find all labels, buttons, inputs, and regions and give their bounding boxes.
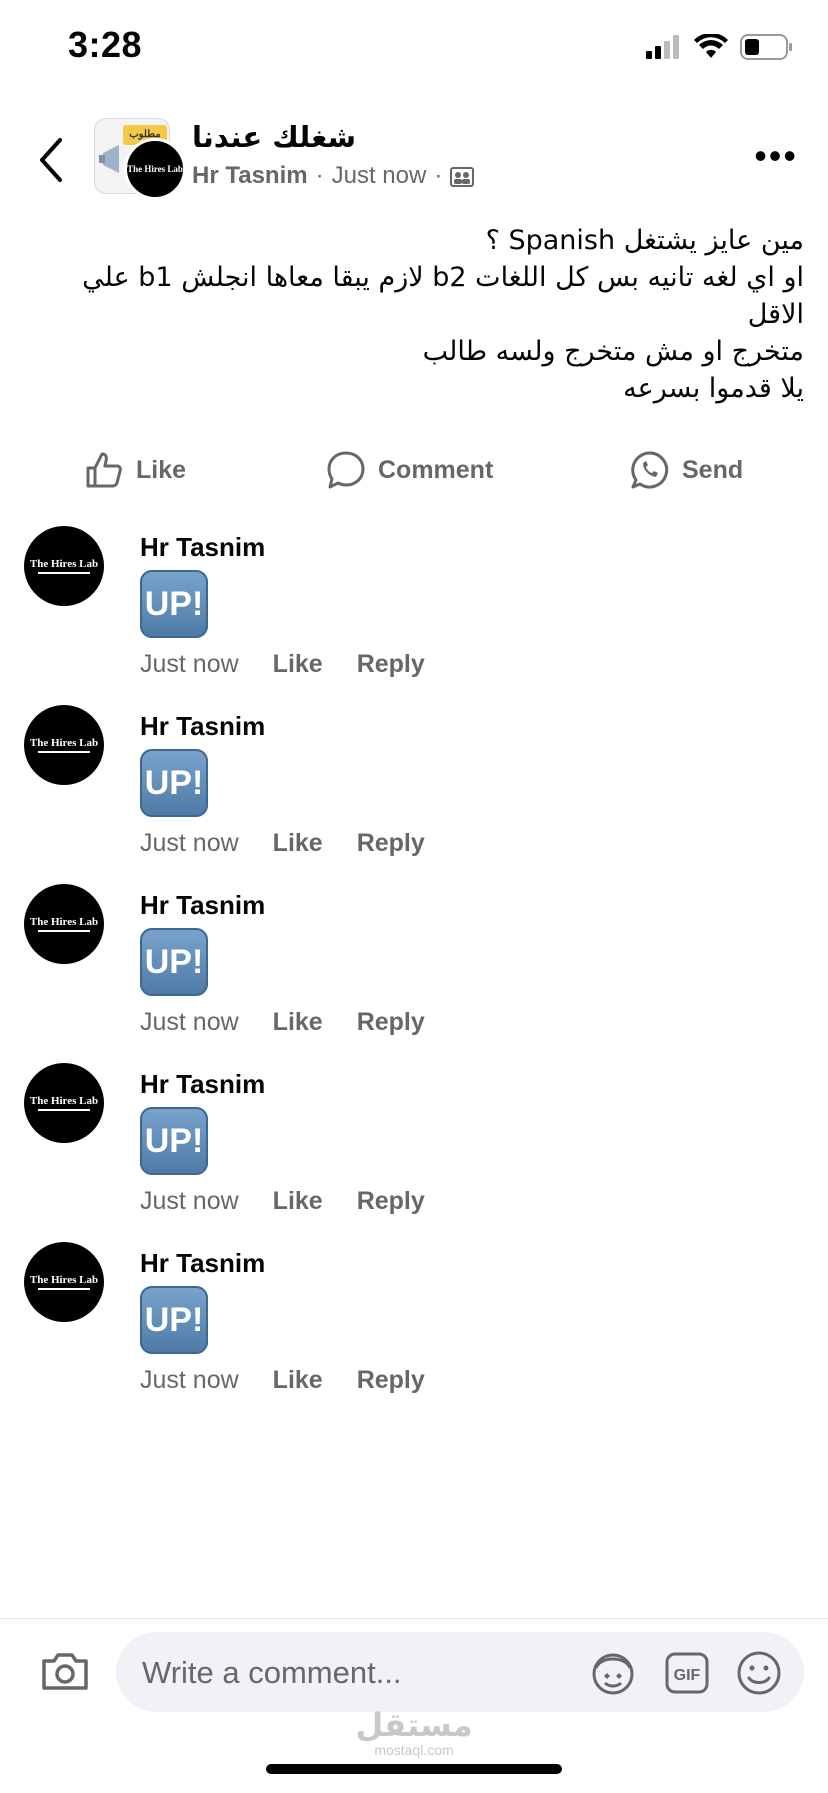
commenter-name[interactable]: Hr Tasnim — [140, 711, 265, 742]
comment-footer: Just now Like Reply — [140, 1366, 425, 1395]
avatar-sticker-icon[interactable] — [590, 1650, 636, 1696]
comment-like-button[interactable]: Like — [273, 1008, 323, 1037]
comment-reply-button[interactable]: Reply — [357, 829, 425, 858]
comment-reply-button[interactable]: Reply — [357, 650, 425, 679]
comment-reply-button[interactable]: Reply — [357, 1187, 425, 1216]
commenter-name[interactable]: Hr Tasnim — [140, 1248, 265, 1279]
send-button[interactable]: Send — [630, 450, 743, 490]
battery-icon — [740, 34, 792, 60]
post-line: متخرج او مش متخرج ولسه طالب — [422, 336, 804, 367]
comment-time: Just now — [140, 829, 239, 857]
commenter-avatar[interactable]: The Hires Lab — [24, 526, 104, 606]
page-avatar[interactable]: The Hires Lab — [124, 138, 186, 200]
comment-footer: Just now Like Reply — [140, 1008, 425, 1037]
comment-like-button[interactable]: Like — [273, 1187, 323, 1216]
watermark-latin: mostaql.com — [374, 1742, 454, 1758]
post-author[interactable]: Hr Tasnim — [192, 162, 308, 190]
comment-item: The Hires Lab Hr Tasnim UP! Just now Lik… — [0, 884, 828, 1054]
send-label: Send — [682, 455, 744, 484]
watermark: مستقل mostaql.com — [0, 1706, 828, 1758]
comment-bubble-icon — [327, 451, 365, 489]
status-time: 3:28 — [68, 24, 143, 65]
post-time[interactable]: Just now — [332, 162, 427, 190]
meta-separator: · — [434, 162, 443, 189]
commenter-avatar[interactable]: The Hires Lab — [24, 1242, 104, 1322]
comment-box: GIF — [116, 1632, 804, 1714]
commenter-name[interactable]: Hr Tasnim — [140, 532, 265, 563]
like-label: Like — [136, 455, 187, 484]
commenter-name[interactable]: Hr Tasnim — [140, 890, 265, 921]
comment-item: The Hires Lab Hr Tasnim UP! Just now Lik… — [0, 1242, 828, 1412]
up-sticker: UP! — [140, 749, 208, 817]
comment-button[interactable]: Comment — [326, 450, 493, 490]
up-sticker: UP! — [140, 570, 208, 638]
watermark-arabic: مستقل — [355, 1706, 473, 1744]
post-line: مين عايز يشتغل Spanish ؟ — [485, 225, 804, 256]
up-sticker: UP! — [140, 928, 208, 996]
comment-label: Comment — [378, 455, 494, 484]
comment-item: The Hires Lab Hr Tasnim UP! Just now Lik… — [0, 705, 828, 875]
post-meta: Hr Tasnim · Just now · — [192, 162, 475, 190]
group-name[interactable]: شغلك عندنا — [192, 120, 356, 154]
emoji-icon[interactable] — [736, 1650, 782, 1696]
comment-item: The Hires Lab Hr Tasnim UP! Just now Lik… — [0, 526, 828, 696]
comment-time: Just now — [140, 1366, 239, 1394]
more-options-icon[interactable]: ••• — [754, 138, 798, 174]
back-arrow-icon[interactable] — [30, 134, 74, 186]
post-actions: Like Comment Send — [0, 446, 828, 494]
meta-separator: · — [315, 162, 324, 189]
comment-like-button[interactable]: Like — [273, 1366, 323, 1395]
commenter-avatar[interactable]: The Hires Lab — [24, 705, 104, 785]
commenter-name[interactable]: Hr Tasnim — [140, 1069, 265, 1100]
comment-item: The Hires Lab Hr Tasnim UP! Just now Lik… — [0, 1063, 828, 1233]
signal-icon — [646, 35, 679, 59]
post-body: مين عايز يشتغل Spanish ؟ او اي لغه تانيه… — [60, 222, 804, 407]
like-button[interactable]: Like — [84, 450, 186, 490]
comment-input[interactable] — [140, 1632, 564, 1714]
post-line: او اي لغه تانيه بس كل اللغات b2 لازم يبق… — [73, 262, 804, 330]
commenter-avatar[interactable]: The Hires Lab — [24, 884, 104, 964]
status-icons — [646, 34, 794, 60]
comment-footer: Just now Like Reply — [140, 650, 425, 679]
wifi-icon — [694, 34, 728, 58]
comment-footer: Just now Like Reply — [140, 829, 425, 858]
comment-time: Just now — [140, 650, 239, 678]
thumbs-up-icon — [86, 452, 122, 488]
comment-reply-button[interactable]: Reply — [357, 1008, 425, 1037]
whatsapp-icon — [631, 451, 669, 489]
comment-time: Just now — [140, 1008, 239, 1036]
gif-label: GIF — [674, 1667, 701, 1684]
group-privacy-icon — [450, 167, 475, 187]
comment-time: Just now — [140, 1187, 239, 1215]
comment-reply-button[interactable]: Reply — [357, 1366, 425, 1395]
comment-footer: Just now Like Reply — [140, 1187, 425, 1216]
post-line: يلا قدموا بسرعه — [623, 373, 804, 404]
gif-icon[interactable]: GIF — [664, 1650, 710, 1696]
comment-like-button[interactable]: Like — [273, 650, 323, 679]
up-sticker: UP! — [140, 1107, 208, 1175]
camera-icon[interactable] — [40, 1646, 90, 1696]
home-indicator[interactable] — [266, 1764, 562, 1774]
comment-like-button[interactable]: Like — [273, 829, 323, 858]
up-sticker: UP! — [140, 1286, 208, 1354]
commenter-avatar[interactable]: The Hires Lab — [24, 1063, 104, 1143]
